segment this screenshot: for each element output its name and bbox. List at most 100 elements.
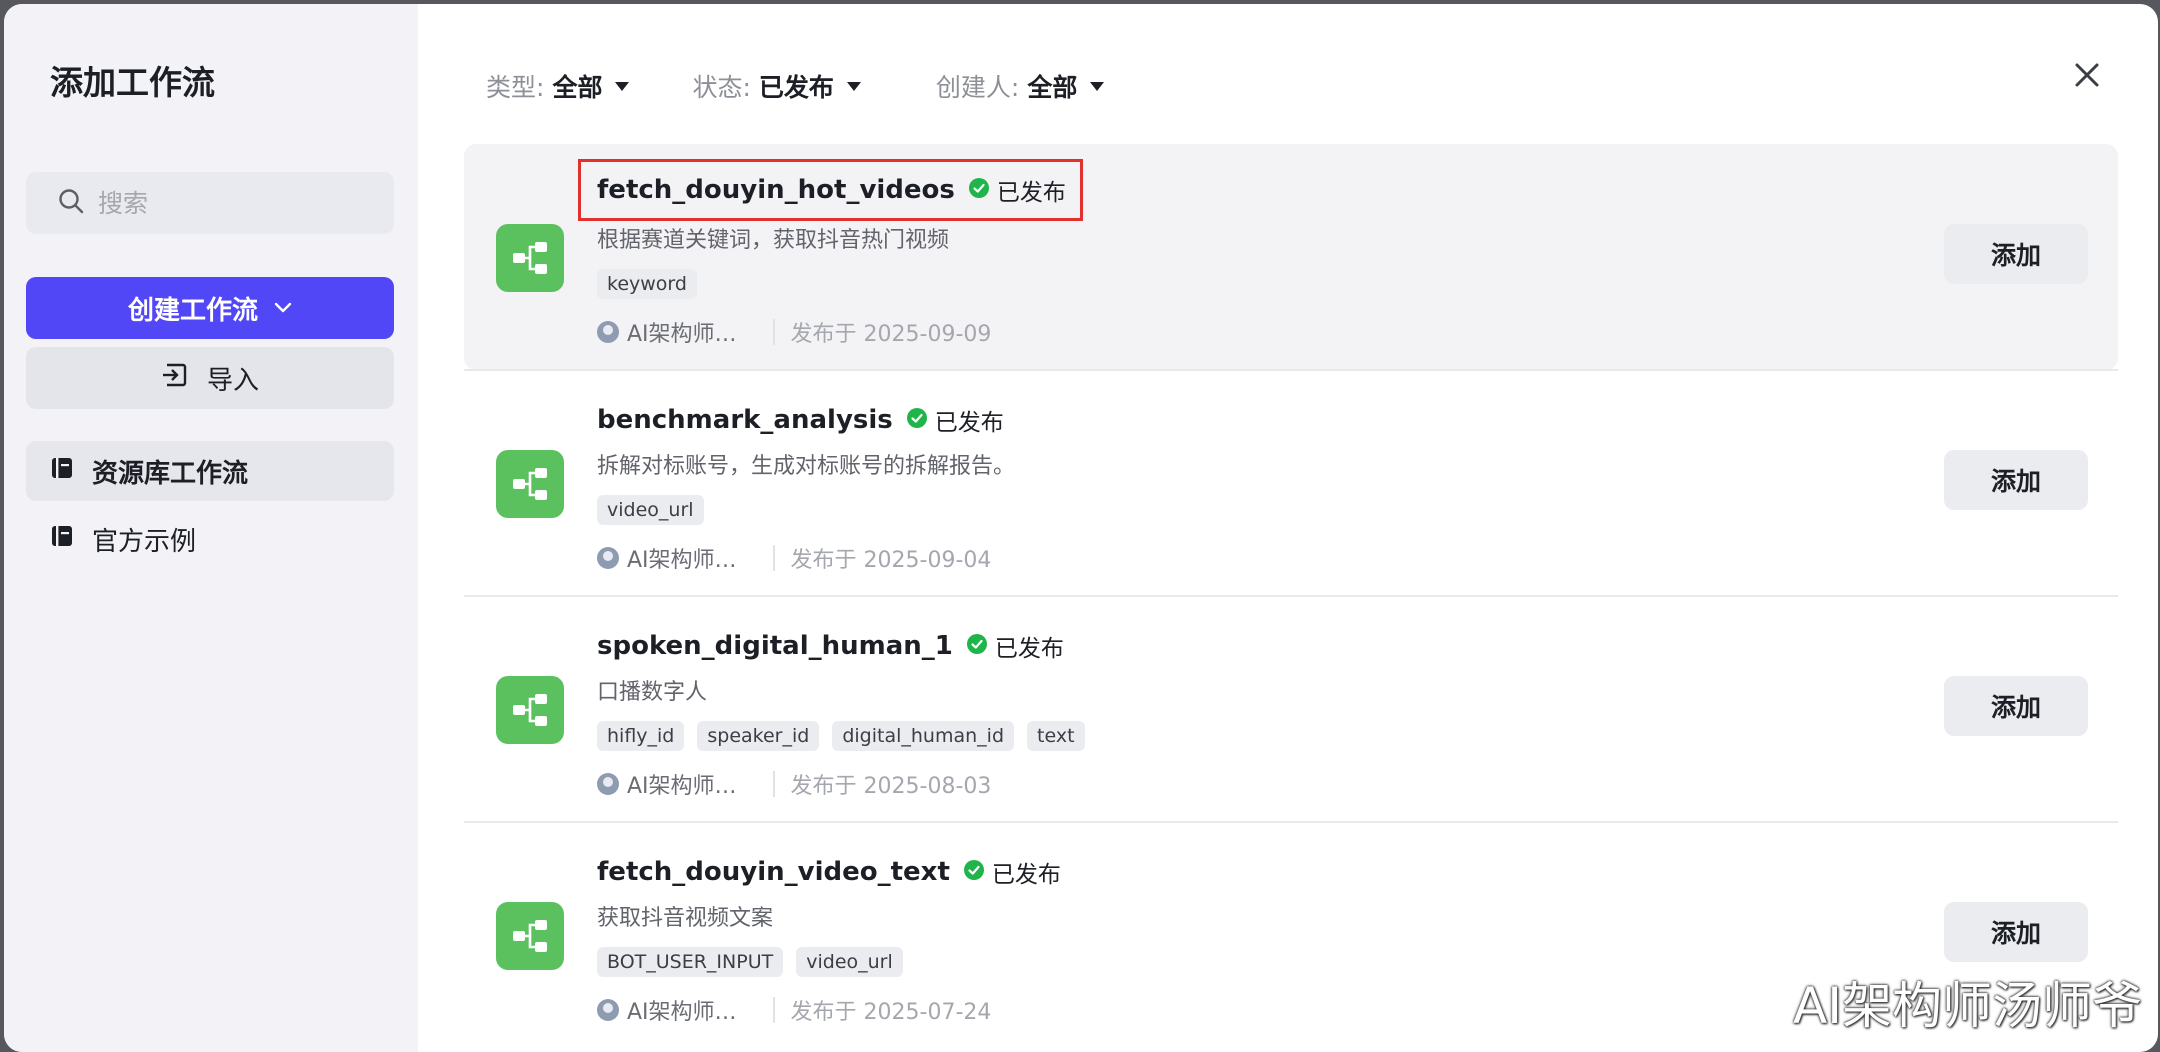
- workflow-meta: AI架构师… 发布于 2025-09-04: [597, 542, 991, 574]
- divider: [772, 771, 775, 797]
- param-tag: speaker_id: [697, 721, 820, 751]
- workflow-name: fetch_douyin_video_text: [597, 857, 950, 887]
- filter-value: 全部: [552, 73, 603, 102]
- check-circle-icon: [906, 408, 927, 432]
- watermark: AI架构师汤师爷: [1793, 977, 2142, 1035]
- add-button[interactable]: 添加: [1944, 450, 2088, 510]
- add-button[interactable]: 添加: [1944, 902, 2088, 962]
- divider: [772, 997, 775, 1023]
- divider: [772, 545, 775, 571]
- caret-down-icon: [614, 81, 630, 92]
- workflow-meta: AI架构师… 发布于 2025-09-09: [597, 316, 991, 348]
- filter-status[interactable]: 状态: 已发布: [692, 68, 861, 104]
- create-workflow-button[interactable]: 创建工作流: [26, 277, 394, 339]
- workflow-icon: [496, 902, 564, 970]
- status-badge: 已发布: [963, 855, 1061, 889]
- add-button[interactable]: 添加: [1944, 676, 2088, 736]
- workflow-description: 拆解对标账号，生成对标账号的拆解报告。: [597, 454, 1016, 479]
- sidebar-item-label: 官方示例: [92, 526, 197, 557]
- status-text: 已发布: [994, 636, 1064, 662]
- param-tag: text: [1027, 721, 1085, 751]
- title-row: fetch_douyin_video_text 已发布: [597, 852, 1061, 892]
- param-tags: video_url: [597, 495, 717, 525]
- sidebar-item-label: 资源库工作流: [92, 458, 249, 489]
- param-tag: digital_human_id: [832, 721, 1015, 751]
- filter-label: 类型:: [486, 73, 545, 102]
- author-name: AI架构师…: [627, 1000, 737, 1025]
- filter-value: 全部: [1027, 73, 1078, 102]
- published-date: 发布于 2025-07-24: [790, 1000, 992, 1025]
- workflow-name: fetch_douyin_hot_videos: [597, 175, 955, 205]
- sidebar-item-resource-library[interactable]: 资源库工作流: [26, 441, 394, 501]
- status-text: 已发布: [934, 410, 1004, 436]
- workflow-card: spoken_digital_human_1 已发布 口播数字人 hifly_i…: [464, 595, 2118, 822]
- param-tag: video_url: [796, 947, 903, 977]
- workflow-description: 获取抖音视频文案: [597, 906, 774, 931]
- published-date: 发布于 2025-09-04: [790, 548, 992, 573]
- status-text: 已发布: [991, 862, 1061, 888]
- param-tags: keyword: [597, 269, 710, 299]
- chevron-down-icon: [274, 302, 292, 314]
- avatar: [597, 773, 619, 795]
- search-icon: [58, 188, 84, 218]
- filter-bar: 类型: 全部 状态: 已发布 创建人: 全部: [486, 66, 1167, 106]
- search-input[interactable]: [98, 188, 378, 218]
- import-button[interactable]: 导入: [26, 347, 394, 409]
- param-tags: hifly_id speaker_id digital_human_id tex…: [597, 721, 1098, 751]
- workflow-description: 口播数字人: [597, 680, 708, 705]
- close-icon[interactable]: [2074, 62, 2100, 92]
- param-tag: video_url: [597, 495, 704, 525]
- workflow-icon: [496, 224, 564, 292]
- param-tags: BOT_USER_INPUT video_url: [597, 947, 916, 977]
- caret-down-icon: [1089, 81, 1105, 92]
- workflow-list: fetch_douyin_hot_videos 已发布 根据赛道关键词，获取抖音…: [464, 144, 2118, 1048]
- import-label: 导入: [206, 365, 259, 396]
- published-date: 发布于 2025-08-03: [790, 774, 992, 799]
- workflow-card: benchmark_analysis 已发布 拆解对标账号，生成对标账号的拆解报…: [464, 369, 2118, 596]
- book-icon: [50, 456, 92, 487]
- check-circle-icon: [966, 634, 987, 658]
- check-circle-icon: [963, 860, 984, 884]
- avatar: [597, 999, 619, 1021]
- caret-down-icon: [846, 81, 862, 92]
- filter-type[interactable]: 类型: 全部: [486, 68, 630, 104]
- workflow-name: spoken_digital_human_1: [597, 631, 953, 661]
- filter-label: 创建人:: [935, 73, 1020, 102]
- status-badge: 已发布: [966, 629, 1064, 663]
- title-highlight-box: fetch_douyin_hot_videos 已发布: [578, 159, 1083, 221]
- avatar: [597, 321, 619, 343]
- workflow-meta: AI架构师… 发布于 2025-08-03: [597, 768, 991, 800]
- book-icon: [50, 524, 92, 555]
- workflow-description: 根据赛道关键词，获取抖音热门视频: [597, 228, 950, 253]
- status-badge: 已发布: [906, 403, 1004, 437]
- param-tag: BOT_USER_INPUT: [597, 947, 784, 977]
- author-name: AI架构师…: [627, 548, 737, 573]
- filter-value: 已发布: [758, 73, 834, 102]
- workflow-card: fetch_douyin_hot_videos 已发布 根据赛道关键词，获取抖音…: [464, 144, 2118, 370]
- param-tag: hifly_id: [597, 721, 685, 751]
- import-icon: [161, 361, 207, 396]
- add-workflow-modal: 添加工作流 创建工作流 导入 资源库工作流: [4, 4, 2158, 1052]
- workflow-meta: AI架构师… 发布于 2025-07-24: [597, 994, 991, 1026]
- workflow-name: benchmark_analysis: [597, 405, 893, 435]
- check-circle-icon: [968, 178, 989, 202]
- param-tag: keyword: [597, 269, 697, 299]
- author-name: AI架构师…: [627, 322, 737, 347]
- create-workflow-label: 创建工作流: [127, 295, 258, 326]
- published-date: 发布于 2025-09-09: [790, 322, 992, 347]
- workflow-icon: [496, 676, 564, 744]
- sidebar: 添加工作流 创建工作流 导入 资源库工作流: [4, 4, 418, 1052]
- filter-creator[interactable]: 创建人: 全部: [936, 68, 1105, 104]
- avatar: [597, 547, 619, 569]
- filter-label: 状态:: [692, 73, 751, 102]
- workflow-icon: [496, 450, 564, 518]
- add-button[interactable]: 添加: [1944, 224, 2088, 284]
- divider: [772, 319, 775, 345]
- sidebar-item-official-examples[interactable]: 官方示例: [26, 509, 394, 569]
- status-text: 已发布: [996, 180, 1066, 206]
- status-badge: 已发布: [968, 173, 1066, 207]
- search-box[interactable]: [26, 172, 394, 234]
- title-row: spoken_digital_human_1 已发布: [597, 626, 1064, 666]
- author-name: AI架构师…: [627, 774, 737, 799]
- modal-title: 添加工作流: [50, 63, 215, 102]
